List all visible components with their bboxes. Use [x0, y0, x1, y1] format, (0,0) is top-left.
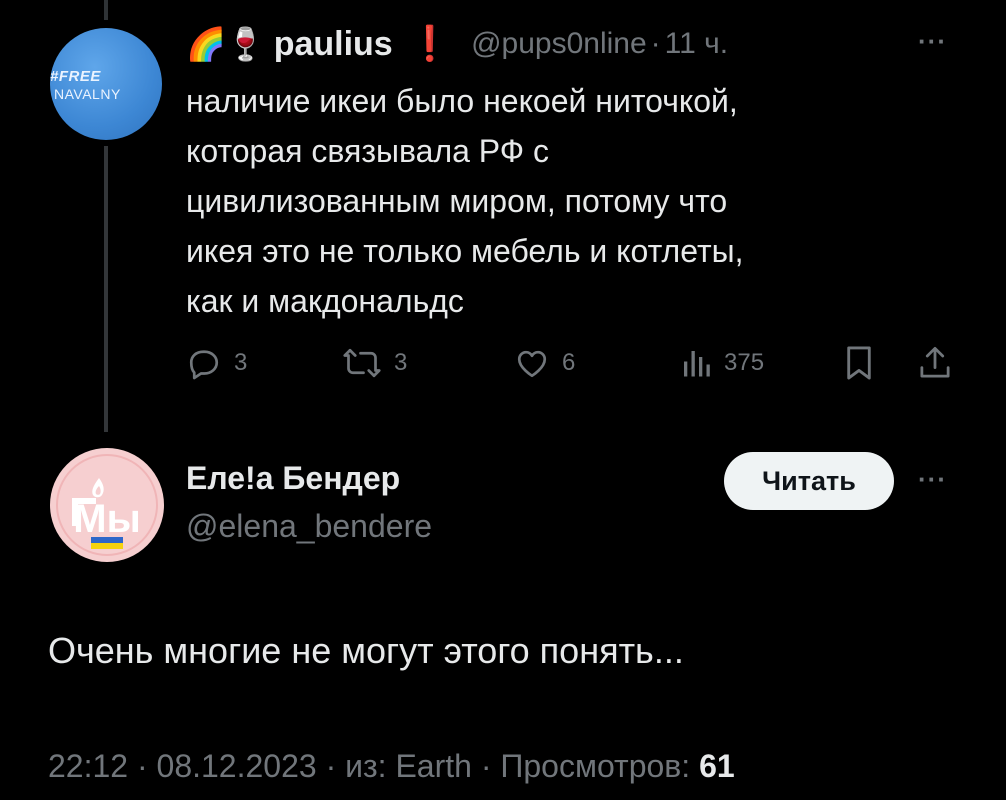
views-count: 375	[724, 349, 765, 376]
author-name[interactable]: paulius	[274, 25, 393, 64]
views-label: Просмотров:	[500, 748, 691, 784]
tweet-text-line: цивилизованным миром, потому что	[186, 183, 728, 219]
bookmark-button[interactable]	[842, 340, 876, 386]
avatar-text: Мы	[73, 497, 140, 541]
reply-text: Очень многие не могут этого понять...	[48, 630, 684, 671]
tweet-source: из: Earth	[345, 748, 472, 784]
tweet-text-line: наличие икеи было некоей ниточкой,	[186, 83, 738, 119]
tweet-meta: 22:12 · 08.12.2023 · из: Earth · Просмот…	[48, 748, 735, 785]
exclamation-icon: ❗	[408, 25, 452, 63]
retweet-count: 3	[394, 349, 408, 376]
analytics-icon	[684, 351, 710, 377]
separator: ·	[136, 748, 148, 784]
tweet-actions: 3 3 6 375	[186, 340, 958, 386]
tweet-time[interactable]: 22:12	[48, 748, 128, 784]
bookmark-icon	[847, 346, 871, 380]
reply-icon	[189, 350, 219, 380]
reply-author-handle[interactable]: @elena_bendere	[186, 508, 432, 545]
views-button[interactable]: 375	[680, 340, 764, 386]
thread-line-top	[104, 0, 108, 20]
candle-logo-icon: Мы	[52, 450, 162, 560]
retweet-button[interactable]: 3	[342, 340, 407, 386]
more-options-icon[interactable]: ···	[918, 26, 947, 57]
like-button[interactable]: 6	[514, 340, 575, 386]
share-button[interactable]	[918, 340, 952, 386]
tweet-date[interactable]: 08.12.2023	[157, 748, 317, 784]
reply-author-name[interactable]: Еле!а Бендер	[186, 460, 400, 497]
author-avatar[interactable]: #FREE NAVALNY	[50, 28, 162, 140]
tweet-text-line: как и макдональдс	[186, 283, 464, 319]
retweet-icon	[343, 348, 381, 378]
author-handle[interactable]: @pups0nline	[471, 27, 647, 61]
follow-button[interactable]: Читать	[724, 452, 894, 510]
reply-count: 3	[234, 349, 248, 376]
avatar-text: #FREE	[50, 68, 101, 85]
share-icon	[920, 346, 950, 378]
tweet-time[interactable]: 11 ч.	[665, 27, 728, 61]
reply-button[interactable]: 3	[186, 340, 247, 386]
tweet-header: 🌈🍷 paulius ❗ @pups0nline · 11 ч.	[186, 22, 728, 66]
tweet-text-line: икея это не только мебель и котлеты,	[186, 233, 744, 269]
separator: ·	[325, 748, 337, 784]
more-options-icon[interactable]: ···	[918, 464, 947, 495]
like-count: 6	[562, 349, 576, 376]
heart-icon	[517, 350, 547, 378]
tweet-text-line: которая связывала РФ с	[186, 133, 549, 169]
avatar-text: NAVALNY	[54, 86, 121, 102]
tweet-text: наличие икеи было некоей ниточкой, котор…	[186, 76, 946, 326]
thread-line	[104, 146, 108, 432]
views-count[interactable]: 61	[699, 748, 735, 784]
separator: ·	[650, 27, 661, 60]
name-emojis: 🌈🍷	[186, 25, 266, 63]
reply-author-avatar[interactable]: Мы	[50, 448, 164, 562]
separator: ·	[480, 748, 492, 784]
